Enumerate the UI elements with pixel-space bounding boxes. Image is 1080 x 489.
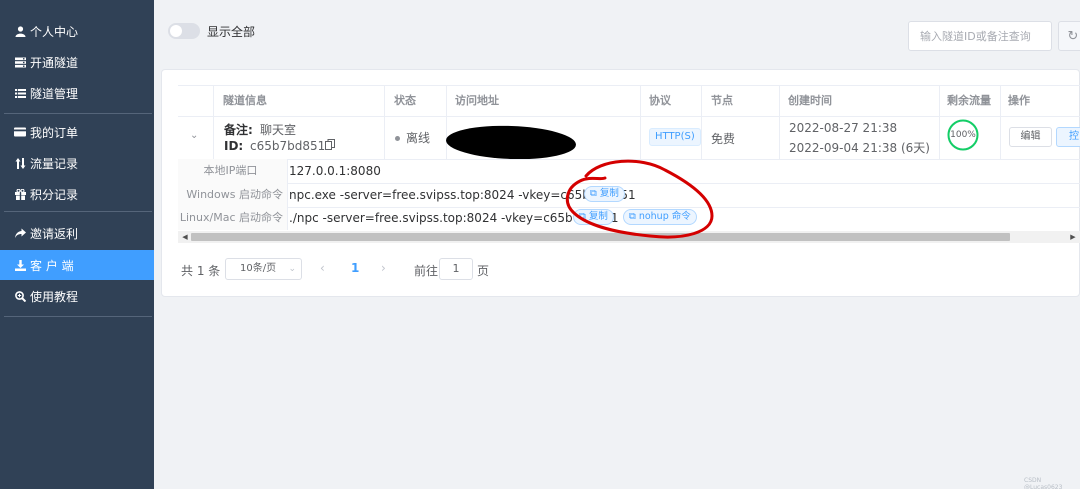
windows-cmd-label: Windows 启动命令 [178,183,288,207]
linux-copy-button[interactable]: ⧉ 复制 [573,209,614,225]
header-actions: 操作 [1008,94,1030,107]
nohup-label: nohup 命令 [638,211,691,222]
windows-copy-button[interactable]: ⧉ 复制 [584,186,625,202]
sidebar-divider [4,113,152,114]
list-icon [14,87,26,99]
sidebar-item-client[interactable]: 客 户 端 [0,250,154,280]
sidebar-item-label: 个人中心 [30,24,79,39]
sidebar-item-traffic-log[interactable]: 流量记录 [0,148,154,178]
switch-knob [170,25,182,37]
header-address: 访问地址 [455,94,499,107]
sidebar-divider [4,316,152,317]
share-icon [14,227,26,239]
sidebar-item-label: 我的订单 [30,125,79,140]
sidebar-item-label: 隧道管理 [30,86,79,101]
sidebar-item-label: 积分记录 [30,187,79,202]
scrollbar-thumb[interactable] [191,233,1010,241]
sidebar-item-label: 使用教程 [30,289,79,304]
show-all-switch[interactable] [168,23,200,39]
page-size-value: 10条/页 [240,263,277,274]
traffic-progress-label: 100% [950,130,976,140]
expire-time: 2022-09-04 21:38 (6天) [789,141,930,155]
sidebar-item-points-log[interactable]: 积分记录 [0,179,154,209]
gift-icon [14,188,26,200]
header-tunnel-info: 隧道信息 [223,94,267,107]
col-divider [779,85,780,159]
refresh-icon: ↻ [1067,28,1079,44]
page-size-select[interactable]: 10条/页 ⌄ [225,258,302,280]
copy-icon: ⧉ [629,211,639,222]
copy-icon: ⧉ [590,188,600,199]
col-divider [213,85,214,159]
edit-button[interactable]: 编辑 [1009,127,1052,147]
pagination-total: 共 1 条 [181,264,221,278]
col-divider [701,85,702,159]
local-ip-value: 127.0.0.1:8080 [289,164,381,178]
col-divider [446,85,447,159]
sidebar-item-label: 流量记录 [30,156,79,171]
page-unit-label: 页 [477,264,490,278]
sidebar-item-invite[interactable]: 邀请返利 [0,218,154,248]
sidebar-item-label: 邀请返利 [30,226,79,241]
download-icon [14,259,26,271]
linux-cmd-value: ./npc -server=free.svipss.top:8024 -vkey… [289,211,619,225]
goto-page-input[interactable]: 1 [439,258,473,280]
page-number-current[interactable]: 1 [351,261,359,275]
search-input[interactable] [920,29,1045,43]
control-button[interactable]: 控 [1056,127,1080,147]
next-page-icon[interactable]: › [381,261,386,275]
id-label: ID: [224,139,244,153]
remark-value: 聊天室 [260,123,297,137]
sidebar-item-label: 开通隧道 [30,55,79,70]
prev-page-icon[interactable]: ‹ [320,261,325,275]
copy-id-icon[interactable] [325,139,335,153]
sort-arrows-icon [14,157,26,169]
chevron-down-icon: ⌄ [288,264,296,274]
scroll-right-icon[interactable]: ▶ [1067,231,1079,243]
col-divider [1000,85,1001,159]
nohup-command-button[interactable]: ⧉ nohup 命令 [623,209,697,225]
server-icon [14,56,26,68]
copy-label: 复制 [588,211,608,222]
protocol-tag: HTTP(S) [649,128,701,146]
expand-chevron-icon[interactable]: ⌄ [190,130,198,141]
header-created: 创建时间 [788,94,832,107]
col-divider [939,85,940,159]
sidebar-divider [4,211,152,212]
copy-label: 复制 [599,188,619,199]
status-dot [395,136,400,141]
watermark: CSDN @Lucas0623 [1024,477,1063,489]
header-status: 状态 [394,94,416,107]
local-ip-label: 本地IP端口 [178,159,288,183]
search-box [908,21,1052,51]
linux-cmd-label: Linux/Mac 启动命令 [178,206,288,230]
sidebar: 个人中心 开通隧道 隧道管理 我的订单 流量记录 积分记录 邀请返利 客 户 端… [0,0,154,489]
col-divider [384,85,385,159]
user-icon [14,25,26,37]
id-value: c65b7bd851 [250,139,326,153]
table-header-divider [178,116,1080,117]
status-value: 离线 [406,131,431,145]
sidebar-item-profile[interactable]: 个人中心 [0,16,154,46]
sidebar-item-tutorial[interactable]: 使用教程 [0,281,154,311]
refresh-button[interactable]: ↻ [1058,21,1080,51]
col-divider [640,85,641,159]
show-all-label: 显示全部 [207,25,256,39]
header-traffic: 剩余流量 [947,94,991,107]
remark-label: 备注: [224,123,253,137]
status-text: 离线 [395,129,430,146]
credit-card-icon [14,126,26,138]
copy-icon: ⧉ [579,211,589,222]
node-value: 免费 [711,132,736,146]
sidebar-item-open-tunnel[interactable]: 开通隧道 [0,47,154,77]
search-plus-icon [14,290,26,302]
sidebar-item-tunnel-manage[interactable]: 隧道管理 [0,78,154,108]
created-time: 2022-08-27 21:38 [789,121,898,135]
sidebar-item-label: 客 户 端 [30,258,74,273]
header-protocol: 协议 [649,94,671,107]
scroll-left-icon[interactable]: ◀ [179,231,191,243]
sidebar-item-orders[interactable]: 我的订单 [0,117,154,147]
goto-label: 前往 [414,264,439,278]
header-node: 节点 [711,94,733,107]
